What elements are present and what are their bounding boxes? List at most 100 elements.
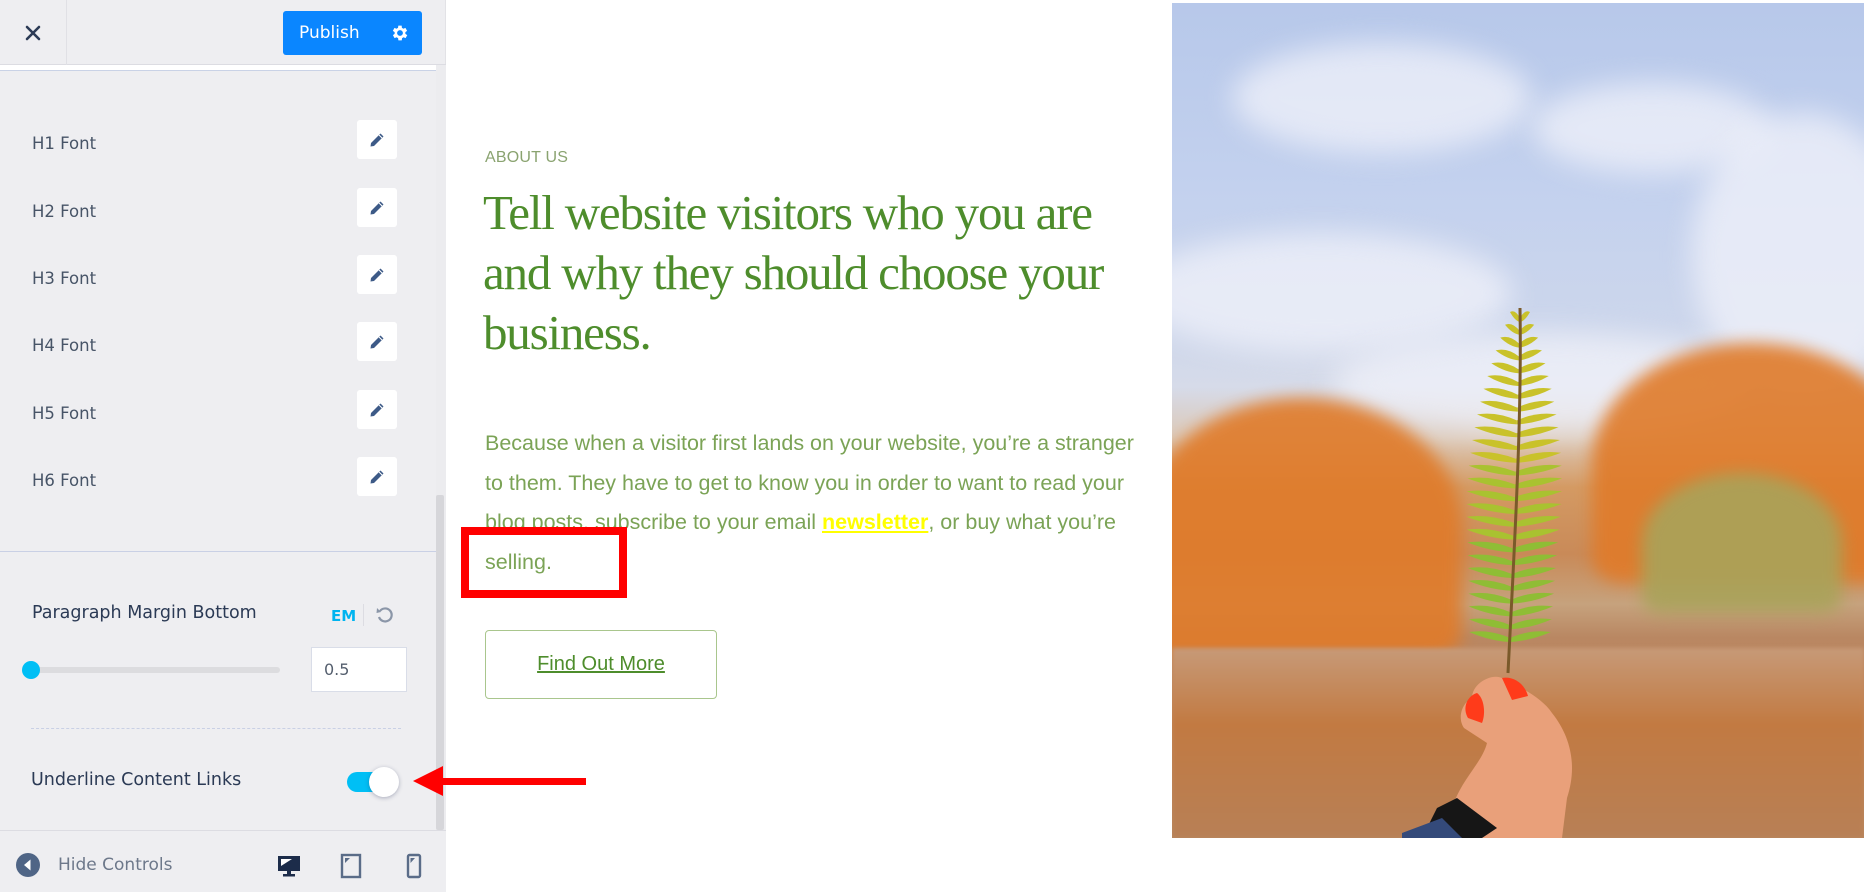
customizer-sidebar: Publish H1 Font H2 Font H3 Font H4 Font … xyxy=(0,0,446,892)
pencil-icon xyxy=(370,201,384,214)
paragraph-margin-slider[interactable] xyxy=(22,658,282,682)
fern-leaflet xyxy=(1510,311,1520,322)
fern-leaflet xyxy=(1477,413,1517,425)
edit-h6-font-button[interactable] xyxy=(357,457,397,496)
unit-separator xyxy=(363,604,364,626)
mobile-preview-button[interactable] xyxy=(400,852,428,880)
section-eyebrow: ABOUT US xyxy=(485,149,569,166)
fern-leaflet xyxy=(1466,490,1515,502)
fern-leaflet xyxy=(1469,631,1510,642)
fern-leaflet xyxy=(1514,490,1563,502)
fern-leaflet xyxy=(1515,452,1562,463)
fern-leaflet xyxy=(1467,554,1513,566)
fern-leaflet xyxy=(1510,631,1551,642)
slider-thumb[interactable] xyxy=(22,661,40,679)
publish-button[interactable]: Publish xyxy=(283,11,422,55)
sidebar-scrollbar[interactable] xyxy=(436,495,444,830)
font-row-h6: H6 Font xyxy=(0,457,436,507)
edit-h1-font-button[interactable] xyxy=(357,120,397,159)
fern-leaf xyxy=(1466,307,1563,674)
font-row-h3: H3 Font xyxy=(0,255,436,305)
collapse-arrow-icon xyxy=(16,853,40,877)
desktop-preview-button[interactable] xyxy=(275,852,303,880)
section-divider xyxy=(0,551,436,552)
fern-leaflet xyxy=(1517,388,1552,399)
font-row-h4: H4 Font xyxy=(0,322,436,372)
hand xyxy=(1402,676,1572,838)
fern-leaflet xyxy=(1468,580,1512,591)
hide-controls-label: Hide Controls xyxy=(58,855,173,875)
fern-leaflet xyxy=(1511,592,1555,604)
pencil-icon xyxy=(370,470,384,483)
fern-leaflet xyxy=(1505,324,1520,335)
fern-leaflet xyxy=(1512,541,1559,553)
fern-leaflet xyxy=(1519,324,1535,335)
font-row-h5: H5 Font xyxy=(0,390,436,440)
desktop-icon xyxy=(278,856,300,877)
fern-leaflet xyxy=(1495,349,1519,361)
close-button[interactable] xyxy=(0,0,67,65)
font-row-label: H6 Font xyxy=(32,471,97,490)
fern-leaflet xyxy=(1511,580,1556,591)
fern-leaflet xyxy=(1466,516,1514,527)
fern-leaflet xyxy=(1472,439,1516,450)
underline-links-toggle[interactable] xyxy=(347,767,401,797)
fern-leaflet xyxy=(1483,388,1518,399)
fern-leaflet xyxy=(1474,426,1517,438)
sidebar-footer: Hide Controls xyxy=(0,830,446,892)
tablet-preview-button[interactable] xyxy=(337,852,365,880)
font-row-h2: H2 Font xyxy=(0,188,436,238)
fern-leaflet xyxy=(1466,528,1514,540)
find-out-more-button[interactable]: Find Out More xyxy=(485,630,717,699)
fern-leaflet xyxy=(1468,592,1512,604)
pencil-icon xyxy=(370,335,384,348)
font-row-label: H2 Font xyxy=(32,202,97,221)
find-out-more-label: Find Out More xyxy=(537,653,665,675)
fern-leaflet xyxy=(1516,426,1559,438)
edit-h5-font-button[interactable] xyxy=(357,390,397,429)
fern-leaflet xyxy=(1513,528,1560,540)
gear-icon[interactable] xyxy=(390,23,410,43)
toggle-knob xyxy=(369,767,399,797)
fern-leaflet xyxy=(1467,541,1513,553)
paragraph-margin-input[interactable]: 0.5 xyxy=(311,647,407,692)
fern-leaflet xyxy=(1519,336,1539,348)
fern-leaflet xyxy=(1468,464,1516,476)
font-row-h1: H1 Font xyxy=(0,120,436,170)
fern-leaflet xyxy=(1491,362,1519,374)
fern-leaflet xyxy=(1500,336,1520,348)
fern-leaflet xyxy=(1470,452,1516,463)
reset-icon[interactable] xyxy=(374,604,396,626)
fern-leaflet xyxy=(1516,413,1557,425)
sidebar-header: Publish xyxy=(0,0,446,65)
hide-controls-button[interactable]: Hide Controls xyxy=(15,853,172,877)
tablet-icon xyxy=(340,853,362,879)
pencil-icon xyxy=(370,403,384,416)
newsletter-link[interactable]: newsletter xyxy=(822,510,928,534)
fern-leaflet xyxy=(1514,477,1563,489)
font-row-label: H5 Font xyxy=(32,404,97,423)
font-row-label: H1 Font xyxy=(32,134,97,153)
unit-selector[interactable]: EM xyxy=(331,607,356,625)
font-row-label: H4 Font xyxy=(32,336,97,355)
edit-h2-font-button[interactable] xyxy=(357,188,397,227)
about-headline: Tell website visitors who you are and wh… xyxy=(483,185,1104,360)
fern-leaflet xyxy=(1512,567,1557,578)
fern-leaflet xyxy=(1516,439,1560,450)
dashed-divider xyxy=(31,728,401,729)
fern-leaflet xyxy=(1468,605,1511,617)
fern-leaflet xyxy=(1487,375,1518,386)
fern-leaflet xyxy=(1467,567,1512,578)
fern-leaflet xyxy=(1518,362,1546,374)
fern-leaflet xyxy=(1518,349,1542,361)
fern-leaflet xyxy=(1467,477,1515,489)
fern-leaflet xyxy=(1513,516,1561,527)
paragraph-margin-label: Paragraph Margin Bottom xyxy=(32,603,257,623)
pencil-icon xyxy=(370,133,384,146)
fern-leaflet xyxy=(1466,503,1514,514)
fern-leaflet xyxy=(1518,375,1549,386)
edit-h4-font-button[interactable] xyxy=(357,322,397,361)
edit-h3-font-button[interactable] xyxy=(357,255,397,294)
about-paragraph: Because when a visitor first lands on yo… xyxy=(485,424,1135,582)
fern-leaflet xyxy=(1468,618,1511,630)
